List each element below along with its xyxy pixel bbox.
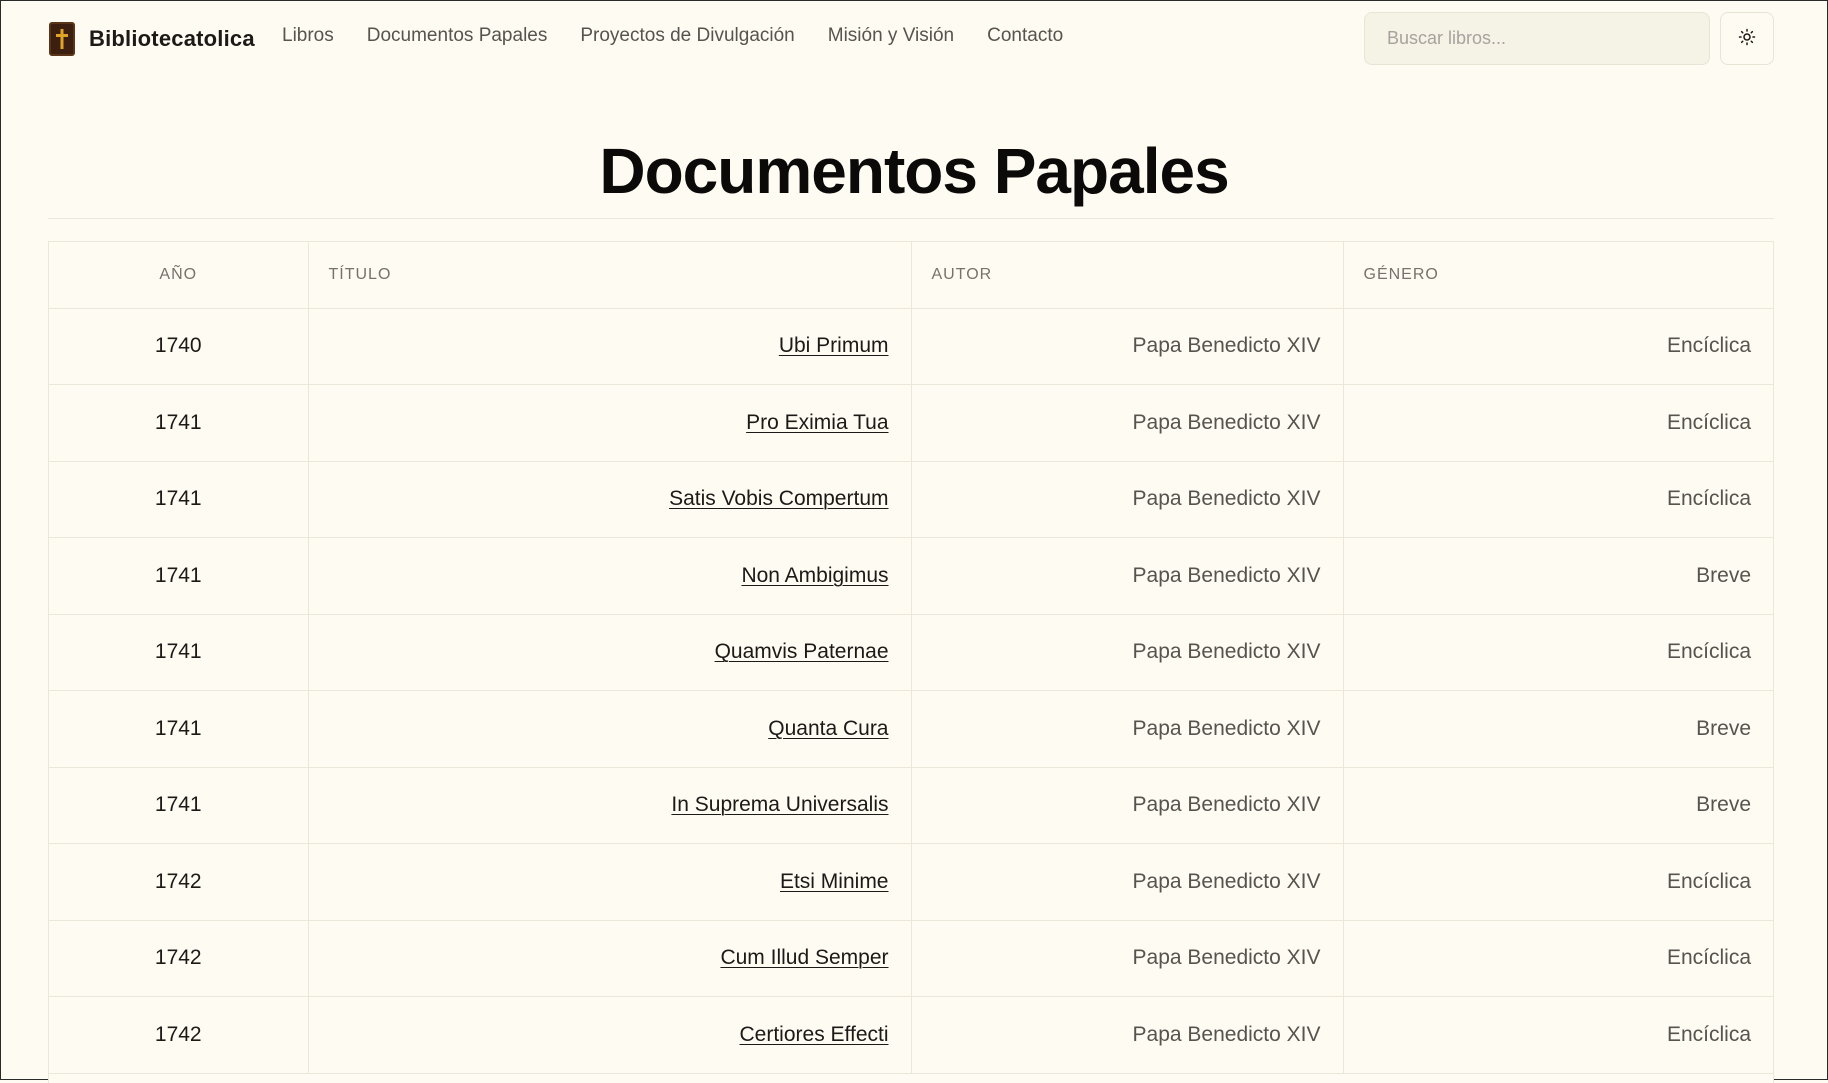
- document-title-link[interactable]: Quamvis Paternae: [715, 640, 889, 663]
- cell-author: Papa Benedicto XIV: [911, 920, 1344, 997]
- nav-item-proyectos-divulgacion[interactable]: Proyectos de Divulgación: [580, 25, 794, 47]
- cell-genre: Encíclica: [1666, 869, 1751, 893]
- cell-title: Quamvis Paternae: [308, 614, 912, 691]
- table-row: 1742 Etsi Minime Papa Benedicto XIV Encí…: [49, 843, 1773, 920]
- document-title-link[interactable]: In Suprema Universalis: [671, 793, 888, 816]
- cell-year: 1741: [49, 767, 309, 844]
- cell-genre: Encíclica: [1666, 410, 1751, 434]
- cell-title: In Suprema Universalis: [308, 767, 912, 844]
- cell-author: Papa Benedicto XIV: [911, 537, 1344, 614]
- cell-year: 1741: [49, 614, 309, 691]
- cell-year: 1740: [49, 308, 309, 385]
- cell-genre: Encíclica: [1666, 640, 1751, 664]
- cell-author: Papa Benedicto XIV: [911, 767, 1344, 844]
- cell-year: 1741: [49, 384, 309, 461]
- cell-year: 1741: [49, 690, 309, 767]
- documents-table-container: AÑO TÍTULO AUTOR GÉNERO 1740 Ubi Primum …: [48, 241, 1774, 1083]
- document-title-link[interactable]: Satis Vobis Compertum: [669, 487, 888, 510]
- theme-toggle-button[interactable]: [1720, 12, 1774, 65]
- main-nav: Libros Documentos Papales Proyectos de D…: [282, 25, 1063, 47]
- cell-genre: Encíclica: [1666, 334, 1751, 358]
- nav-item-documentos-papales[interactable]: Documentos Papales: [367, 25, 548, 47]
- cell-title: Etsi Minime: [308, 843, 912, 920]
- table-row: 1742 Certiores Effecti Papa Benedicto XI…: [49, 996, 1773, 1073]
- column-header-genre[interactable]: GÉNERO: [1343, 242, 1773, 309]
- table-row: 1740 Ubi Primum Papa Benedicto XIV Encíc…: [49, 308, 1773, 385]
- cell-genre: Breve: [1696, 563, 1751, 587]
- nav-item-contacto[interactable]: Contacto: [987, 25, 1063, 47]
- document-title-link[interactable]: Non Ambigimus: [741, 564, 888, 587]
- document-title-link[interactable]: Quanta Cura: [768, 717, 888, 740]
- cell-genre: Encíclica: [1666, 487, 1751, 511]
- cell-title: Non Ambigimus: [308, 537, 912, 614]
- cell-year: 1742: [49, 843, 309, 920]
- table-row: 1741 Non Ambigimus Papa Benedicto XIV Br…: [49, 537, 1773, 614]
- table-body: 1740 Ubi Primum Papa Benedicto XIV Encíc…: [49, 308, 1773, 1073]
- document-title-link[interactable]: Certiores Effecti: [740, 1023, 889, 1046]
- column-header-year[interactable]: AÑO: [49, 242, 309, 309]
- cell-year: 1741: [49, 537, 309, 614]
- cell-year: 1742: [49, 920, 309, 997]
- cell-author: Papa Benedicto XIV: [911, 384, 1344, 461]
- cell-author: Papa Benedicto XIV: [911, 308, 1344, 385]
- document-title-link[interactable]: Cum Illud Semper: [720, 946, 888, 969]
- brand-name: Bibliotecatolica: [89, 26, 255, 51]
- sun-icon: [1738, 28, 1756, 49]
- cell-author: Papa Benedicto XIV: [911, 996, 1344, 1073]
- cell-title: Pro Eximia Tua: [308, 384, 912, 461]
- cell-genre: Breve: [1696, 716, 1751, 740]
- title-divider: [48, 218, 1774, 219]
- site-header: Bibliotecatolica Libros Documentos Papal…: [1, 1, 1827, 77]
- table-row: 1741 Quanta Cura Papa Benedicto XIV Brev…: [49, 690, 1773, 767]
- cell-author: Papa Benedicto XIV: [911, 614, 1344, 691]
- column-header-author[interactable]: AUTOR: [911, 242, 1344, 309]
- documents-table: AÑO TÍTULO AUTOR GÉNERO 1740 Ubi Primum …: [49, 242, 1773, 1074]
- cell-title: Satis Vobis Compertum: [308, 461, 912, 538]
- cell-year: 1742: [49, 996, 309, 1073]
- cell-title: Ubi Primum: [308, 308, 912, 385]
- cell-author: Papa Benedicto XIV: [911, 690, 1344, 767]
- table-row: 1742 Cum Illud Semper Papa Benedicto XIV…: [49, 920, 1773, 997]
- table-row: 1741 Pro Eximia Tua Papa Benedicto XIV E…: [49, 384, 1773, 461]
- document-title-link[interactable]: Pro Eximia Tua: [746, 411, 888, 434]
- cell-title: Cum Illud Semper: [308, 920, 912, 997]
- table-row: 1741 Quamvis Paternae Papa Benedicto XIV…: [49, 614, 1773, 691]
- table-header: AÑO TÍTULO AUTOR GÉNERO: [49, 242, 1773, 309]
- cell-author: Papa Benedicto XIV: [911, 461, 1344, 538]
- cell-genre: Breve: [1696, 793, 1751, 817]
- table-row: 1741 Satis Vobis Compertum Papa Benedict…: [49, 461, 1773, 538]
- cell-genre: Encíclica: [1666, 1022, 1751, 1046]
- cell-genre: Encíclica: [1666, 946, 1751, 970]
- column-header-title[interactable]: TÍTULO: [308, 242, 912, 309]
- page-title: Documentos Papales: [599, 135, 1229, 207]
- cross-book-icon: [49, 22, 75, 56]
- cell-title: Quanta Cura: [308, 690, 912, 767]
- table-row: 1741 In Suprema Universalis Papa Benedic…: [49, 767, 1773, 844]
- document-title-link[interactable]: Ubi Primum: [779, 334, 889, 357]
- document-title-link[interactable]: Etsi Minime: [780, 870, 889, 893]
- nav-item-mision-vision[interactable]: Misión y Visión: [828, 25, 954, 47]
- search-input[interactable]: [1364, 12, 1710, 65]
- cell-author: Papa Benedicto XIV: [911, 843, 1344, 920]
- cell-title: Certiores Effecti: [308, 996, 912, 1073]
- brand-link[interactable]: Bibliotecatolica: [49, 22, 255, 56]
- nav-item-libros[interactable]: Libros: [282, 25, 334, 47]
- cell-year: 1741: [49, 461, 309, 538]
